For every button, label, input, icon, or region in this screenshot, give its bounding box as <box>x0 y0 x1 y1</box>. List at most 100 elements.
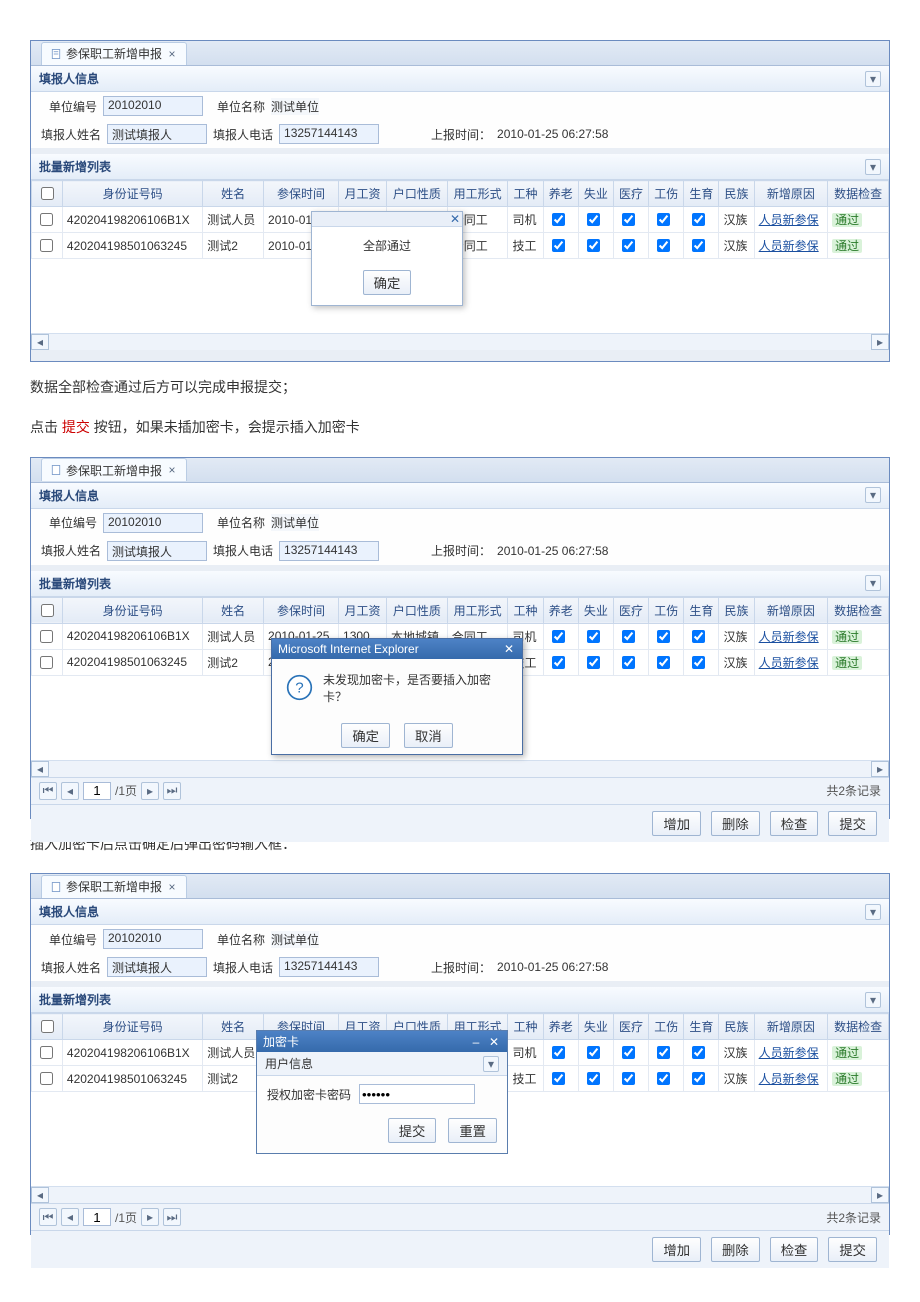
chk[interactable] <box>657 239 670 252</box>
scroll-right-icon[interactable]: ▸ <box>871 761 889 777</box>
tab-label: 参保职工新增申报 <box>66 45 162 62</box>
caption-1: 数据全部检查通过后方可以完成申报提交； <box>30 376 890 398</box>
close-icon[interactable]: × <box>166 881 178 893</box>
page-input[interactable] <box>83 1208 111 1226</box>
hscroll[interactable]: ◂ ▸ <box>31 333 889 350</box>
chk[interactable] <box>587 213 600 226</box>
col-c2: 失业 <box>578 181 613 207</box>
panel-title: 填报人信息 <box>39 487 99 504</box>
close-icon[interactable]: × <box>166 48 178 60</box>
select-all[interactable] <box>41 187 54 200</box>
tab-active[interactable]: 参保职工新增申报 × <box>41 875 187 898</box>
doc-icon <box>50 464 62 476</box>
next-page-icon[interactable]: ▸ <box>141 1208 159 1226</box>
unit-no-label: 单位编号 <box>41 98 97 115</box>
minimize-icon[interactable]: – <box>469 1036 483 1048</box>
scroll-left-icon[interactable]: ◂ <box>31 1187 49 1203</box>
last-page-icon[interactable]: ⏭ <box>163 1208 181 1226</box>
add-button[interactable]: 增加 <box>652 811 701 836</box>
password-dialog: 加密卡 – ✕ 用户信息 ▾ 授权加密卡密码 提交 重置 <box>256 1030 508 1154</box>
row-select[interactable] <box>40 213 53 226</box>
col-name: 姓名 <box>203 181 264 207</box>
dialog-text: 全部通过 <box>363 239 411 253</box>
col-job: 工种 <box>508 181 543 207</box>
ie-dialog: Microsoft Internet Explorer ✕ ? 未发现加密卡，是… <box>271 638 523 755</box>
unit-name: 测试单位 <box>271 98 319 115</box>
chevron-down-icon[interactable]: ▾ <box>865 71 881 87</box>
close-icon[interactable]: ✕ <box>487 1036 501 1048</box>
tab-active[interactable]: 参保职工新增申报 × <box>41 458 187 481</box>
submit-button[interactable]: 提交 <box>828 1237 877 1262</box>
unit-name-label: 单位名称 <box>209 98 265 115</box>
chk[interactable] <box>622 239 635 252</box>
reporter-phone-input[interactable]: 13257144143 <box>279 541 379 561</box>
chk[interactable] <box>692 213 705 226</box>
tab-label: 参保职工新增申报 <box>66 462 162 479</box>
row-select[interactable] <box>40 239 53 252</box>
close-icon[interactable]: ✕ <box>502 642 516 656</box>
first-page-icon[interactable]: ⏮ <box>39 1208 57 1226</box>
caption-2: 点击 提交 按钮，如果未插加密卡，会提示插入加密卡 <box>30 416 890 438</box>
chk[interactable] <box>622 213 635 226</box>
chevron-down-icon[interactable]: ▾ <box>865 159 881 175</box>
unit-no-input[interactable]: 20102010 <box>103 96 203 116</box>
add-button[interactable]: 增加 <box>652 1237 701 1262</box>
next-page-icon[interactable]: ▸ <box>141 782 159 800</box>
cancel-button[interactable]: 取消 <box>404 723 453 748</box>
chevron-down-icon[interactable]: ▾ <box>865 487 881 503</box>
tab-active[interactable]: 参保职工新增申报 × <box>41 42 187 65</box>
dialog-title: Microsoft Internet Explorer <box>278 642 419 656</box>
check-button[interactable]: 检查 <box>770 1237 819 1262</box>
ok-button[interactable]: 确定 <box>341 723 390 748</box>
chk[interactable] <box>552 213 565 226</box>
col-wage: 月工资 <box>339 181 387 207</box>
reporter-phone-label: 填报人电话 <box>213 126 273 143</box>
reporter-name-input[interactable]: 测试填报人 <box>107 541 207 561</box>
prev-page-icon[interactable]: ◂ <box>61 1208 79 1226</box>
screenshot-3: 参保职工新增申报 × 填报人信息▾ 单位编号20102010 单位名称测试单位 … <box>30 873 890 1235</box>
dialog-text: 未发现加密卡，是否要插入加密卡？ <box>323 671 508 705</box>
reporter-name-input[interactable]: 测试填报人 <box>107 124 207 144</box>
close-icon[interactable]: × <box>166 464 178 476</box>
chk[interactable] <box>552 239 565 252</box>
chevron-down-icon[interactable]: ▾ <box>865 575 881 591</box>
tab-strip: 参保职工新增申报 × <box>31 458 889 483</box>
submit-button[interactable]: 提交 <box>388 1118 437 1143</box>
reset-button[interactable]: 重置 <box>448 1118 497 1143</box>
submit-button[interactable]: 提交 <box>828 811 877 836</box>
chk[interactable] <box>692 239 705 252</box>
check-button[interactable]: 检查 <box>770 811 819 836</box>
unit-no-input[interactable]: 20102010 <box>103 513 203 533</box>
chk[interactable] <box>657 213 670 226</box>
chevron-down-icon[interactable]: ▾ <box>865 992 881 1008</box>
close-icon[interactable]: ✕ <box>448 212 462 226</box>
first-page-icon[interactable]: ⏮ <box>39 782 57 800</box>
svg-text:?: ? <box>295 680 303 697</box>
batch-title: 批量新增列表 <box>39 575 111 592</box>
scroll-right-icon[interactable]: ▸ <box>871 334 889 350</box>
pwd-subtitle: 用户信息 <box>265 1055 313 1072</box>
scroll-left-icon[interactable]: ◂ <box>31 334 49 350</box>
last-page-icon[interactable]: ⏭ <box>163 782 181 800</box>
batch-title: 批量新增列表 <box>39 158 111 175</box>
screenshot-1: 参保职工新增申报 × 填报人信息 ▾ 单位编号 20102010 单位名称 测试… <box>30 40 890 362</box>
col-form: 用工形式 <box>447 181 508 207</box>
page-input[interactable] <box>83 782 111 800</box>
doc-icon <box>50 48 62 60</box>
del-button[interactable]: 删除 <box>711 1237 760 1262</box>
del-button[interactable]: 删除 <box>711 811 760 836</box>
select-all[interactable] <box>41 604 54 617</box>
chevron-down-icon[interactable]: ▾ <box>483 1056 499 1072</box>
scroll-right-icon[interactable]: ▸ <box>871 1187 889 1203</box>
prev-page-icon[interactable]: ◂ <box>61 782 79 800</box>
scroll-left-icon[interactable]: ◂ <box>31 761 49 777</box>
reporter-name-label: 填报人姓名 <box>41 126 101 143</box>
pwd-label: 授权加密卡密码 <box>267 1086 351 1103</box>
ok-button[interactable]: 确定 <box>363 270 412 295</box>
chevron-down-icon[interactable]: ▾ <box>865 904 881 920</box>
col-date: 参保时间 <box>264 181 339 207</box>
tab-label: 参保职工新增申报 <box>66 878 162 895</box>
reporter-phone-input[interactable]: 13257144143 <box>279 124 379 144</box>
chk[interactable] <box>587 239 600 252</box>
password-input[interactable] <box>359 1084 475 1104</box>
